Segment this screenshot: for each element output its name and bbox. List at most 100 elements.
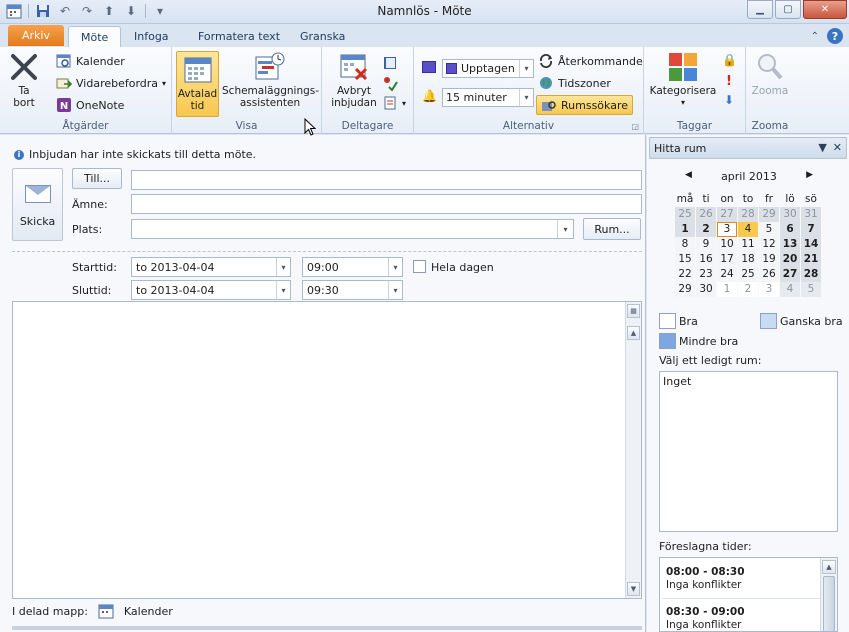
calendar-day[interactable]: 30 [780,207,800,222]
calendar-day[interactable]: 4 [780,282,800,297]
rooms-button[interactable]: Rum... [583,218,641,240]
calendar-day[interactable]: 1 [675,222,695,237]
start-date-picker[interactable]: to 2013-04-04 ▾ [131,257,291,277]
calendar-day[interactable]: 19 [759,252,779,267]
dialog-launcher-icon[interactable]: ◲ [631,122,639,131]
scroll-up-button[interactable]: ▲ [627,326,640,340]
calendar-day[interactable]: 9 [696,237,716,252]
close-button[interactable]: ✕ [803,0,847,19]
collapse-ribbon-icon[interactable]: ⌃ [811,31,819,42]
calendar-day[interactable]: 26 [696,207,716,222]
suggested-times-list[interactable]: 08:00 - 08:30 Inga konflikter 08:30 - 09… [659,557,838,632]
lock-icon[interactable]: 🔒 [722,53,737,67]
end-date-picker[interactable]: to 2013-04-04 ▾ [131,280,291,300]
calendar-day[interactable]: 23 [696,267,716,282]
location-field[interactable]: ▾ [131,219,574,239]
calendar-day[interactable]: 31 [801,207,821,222]
next-month-icon[interactable]: ▶ [806,170,813,180]
message-body[interactable]: ▦ ▲ ▼ [12,301,642,599]
calendar-day[interactable]: 25 [738,267,758,282]
low-importance-icon[interactable]: ⬇ [724,93,734,107]
calendar-day[interactable]: 11 [738,237,758,252]
categorize-button[interactable]: Kategorisera ▾ [648,51,718,109]
calendar-day[interactable]: 28 [738,207,758,222]
calendar-day[interactable]: 20 [780,252,800,267]
tab-review[interactable]: Granska [288,26,357,48]
delete-button[interactable]: Ta bort [8,51,40,109]
start-time-picker[interactable]: 09:00 ▾ [302,257,403,277]
scheduling-assistant-button[interactable]: Schemaläggnings- assistenten [222,51,319,109]
calendar-day[interactable]: 24 [717,267,737,282]
scroll-up-button[interactable]: ▲ [822,560,836,574]
room-finder-button[interactable]: Rumssökare [536,95,633,115]
ruler-toggle-icon[interactable]: ▦ [627,304,640,318]
suggestions-scrollbar[interactable]: ▲ [820,558,837,631]
high-importance-icon[interactable]: ! [726,74,732,89]
suggestion-item[interactable]: 08:30 - 09:00 Inga konflikter [666,606,745,631]
calendar-day[interactable]: 1 [717,282,737,297]
timezones-button[interactable]: Tidszoner [538,73,611,93]
all-day-checkbox[interactable] [413,260,426,273]
calendar-day[interactable]: 10 [717,237,737,252]
calendar-day[interactable]: 8 [675,237,695,252]
calendar-day[interactable]: 3 [717,222,737,237]
calendar-day[interactable]: 12 [759,237,779,252]
calendar-day[interactable]: 2 [738,282,758,297]
calendar-day[interactable]: 17 [717,252,737,267]
help-icon[interactable]: ? [827,28,843,44]
calendar-day[interactable]: 30 [696,282,716,297]
calendar-day[interactable]: 7 [801,222,821,237]
calendar-day[interactable]: 13 [780,237,800,252]
calendar-day[interactable]: 16 [696,252,716,267]
end-time-picker[interactable]: 09:30 ▾ [302,280,403,300]
calendar-day[interactable]: 26 [759,267,779,282]
to-button[interactable]: Till... [72,168,122,189]
reminder-select[interactable]: 15 minuter ▾ [442,88,534,107]
calendar-day[interactable]: 4 [738,222,758,237]
pane-close-icon[interactable]: ✕ [833,141,842,154]
calendar-day[interactable]: 3 [759,282,779,297]
calendar-day[interactable]: 22 [675,267,695,282]
forward-button[interactable]: Vidarebefordra ▾ [56,73,166,93]
calendar-day[interactable]: 29 [675,282,695,297]
body-scrollbar[interactable]: ▦ ▲ ▼ [625,302,641,598]
maximize-button[interactable]: ▢ [775,0,801,19]
scroll-down-button[interactable]: ▼ [627,582,640,596]
calendar-day[interactable]: 27 [780,267,800,282]
tab-insert[interactable]: Infoga [122,26,181,48]
to-field[interactable] [131,170,642,190]
calendar-day[interactable]: 5 [801,282,821,297]
room-list[interactable]: Inget [659,371,838,532]
recurrence-button[interactable]: Återkommande [538,51,643,71]
tab-format-text[interactable]: Formatera text [186,26,292,48]
check-names-button[interactable] [382,73,398,93]
pane-menu-icon[interactable]: ▼ [818,141,826,154]
suggestion-item[interactable]: 08:00 - 08:30 Inga konflikter [666,566,745,592]
address-book-button[interactable] [382,53,398,73]
calendar-day[interactable]: 15 [675,252,695,267]
subject-field[interactable] [131,194,642,214]
calendar-day[interactable]: 18 [738,252,758,267]
calendar-button[interactable]: Kalender [56,51,125,71]
calendar-day[interactable]: 6 [780,222,800,237]
onenote-button[interactable]: N OneNote [56,95,124,115]
calendar-day[interactable]: 2 [696,222,716,237]
room-list-item[interactable]: Inget [663,375,834,388]
show-as-select[interactable]: Upptagen ▾ [442,59,534,78]
calendar-day[interactable]: 25 [675,207,695,222]
send-button[interactable]: Skicka [12,168,63,241]
tab-meeting[interactable]: Möte [68,26,122,48]
minimize-button[interactable]: ▁ [747,0,773,19]
zoom-button[interactable]: Zooma [750,51,790,97]
appointment-button[interactable]: Avtalad tid [176,51,219,117]
calendar-day[interactable]: 5 [759,222,779,237]
calendar-day[interactable]: 28 [801,267,821,282]
tab-file[interactable]: Arkiv [8,25,64,46]
calendar-day[interactable]: 27 [717,207,737,222]
cancel-invitation-button[interactable]: Avbryt inbjudan [328,51,380,109]
calendar-day[interactable]: 21 [801,252,821,267]
calendar-day[interactable]: 14 [801,237,821,252]
scroll-thumb[interactable] [823,576,835,631]
response-options-button[interactable]: ▾ [382,93,406,113]
calendar-day[interactable]: 29 [759,207,779,222]
